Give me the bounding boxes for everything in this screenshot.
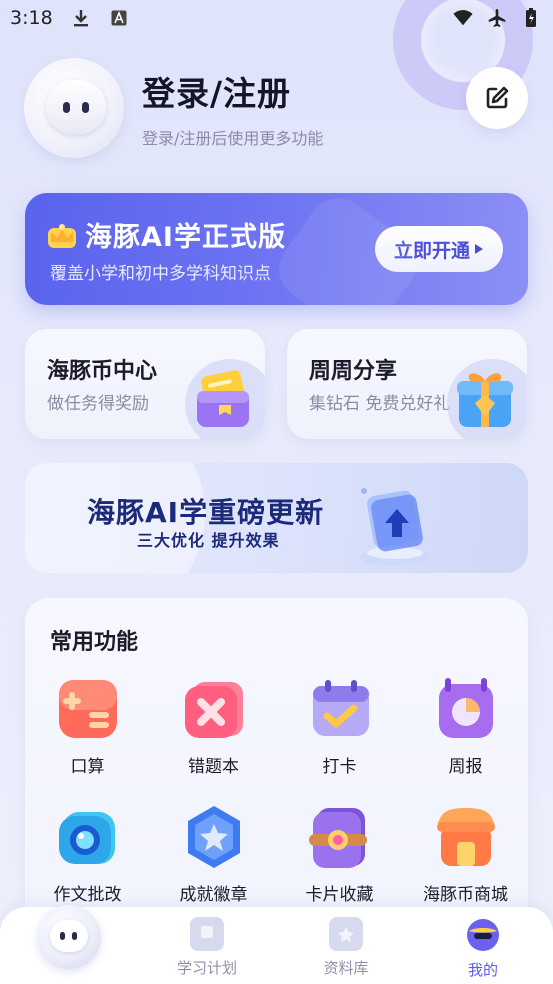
function-item-weekly-report[interactable]: 周报 (403, 674, 528, 777)
function-label: 口算 (70, 757, 105, 777)
login-register-subtitle: 登录/注册后使用更多功能 (142, 129, 324, 148)
mine-mascot-icon (467, 919, 499, 951)
nav-mascot-button[interactable] (37, 905, 101, 969)
function-item-card-collection[interactable]: 卡片收藏 (277, 802, 402, 905)
status-time: 3:18 (10, 7, 53, 29)
function-label: 错题本 (188, 757, 239, 777)
update-title: 海豚AI学重磅更新 (87, 496, 325, 529)
play-arrow-icon (475, 244, 483, 254)
battery-icon (521, 8, 541, 28)
folder-star-icon (329, 917, 363, 951)
coin-center-subtitle: 做任务得奖励 (47, 394, 149, 414)
common-functions-title: 常用功能 (50, 630, 139, 655)
bottom-navigation: 学习计划 资料库 我的 (0, 905, 553, 984)
wifi-icon (453, 8, 473, 28)
common-functions-panel: 常用功能 口算 错题本 打卡 周报 作文批改 成就徽章 卡片收藏 海豚币商城 (25, 598, 528, 958)
activate-now-label: 立即开通 (393, 239, 470, 262)
function-item-essay-correction[interactable]: 作文批改 (25, 802, 150, 905)
book-icon (190, 917, 224, 951)
update-banner[interactable]: 海豚AI学重磅更新 三大优化 提升效果 (25, 463, 528, 573)
weekly-report-icon (438, 678, 493, 738)
card-collection-icon (308, 808, 367, 868)
function-label: 卡片收藏 (305, 885, 374, 905)
membership-promo-banner[interactable]: 海豚AI学正式版 覆盖小学和初中多学科知识点 立即开通 (25, 193, 528, 305)
nav-item-study-plan[interactable]: 学习计划 (157, 917, 257, 978)
star-badge-icon (187, 806, 240, 868)
function-label: 周报 (448, 757, 483, 777)
shop-icon (436, 808, 495, 866)
nav-item-library[interactable]: 资料库 (296, 917, 396, 978)
weekly-share-subtitle: 集钻石 免费兑好礼 (309, 394, 451, 414)
wallet-icon (197, 370, 249, 427)
login-register-title[interactable]: 登录/注册 (142, 67, 323, 115)
function-item-achievement-badges[interactable]: 成就徽章 (151, 802, 276, 905)
calendar-check-icon (312, 680, 369, 736)
weekly-share-card[interactable]: 周周分享 集钻石 免费兑好礼 (287, 329, 527, 439)
update-subtitle: 三大优化 提升效果 (137, 531, 280, 550)
crown-icon (48, 223, 76, 248)
promo-subtitle: 覆盖小学和初中多学科知识点 (50, 264, 271, 284)
function-label: 打卡 (322, 757, 357, 777)
function-label: 成就徽章 (179, 885, 248, 905)
nav-label: 资料库 (323, 959, 369, 977)
nav-item-mine[interactable]: 我的 (433, 917, 533, 980)
function-label: 作文批改 (53, 885, 122, 905)
function-item-checkin[interactable]: 打卡 (277, 674, 402, 777)
function-item-mistakes[interactable]: 错题本 (151, 674, 276, 777)
nav-label-active: 我的 (467, 961, 498, 979)
function-item-coin-shop[interactable]: 海豚币商城 (403, 802, 528, 905)
function-label: 海豚币商城 (423, 885, 508, 905)
mascot-face-icon (50, 920, 88, 952)
avatar[interactable] (24, 58, 124, 158)
gift-box-icon (457, 373, 513, 427)
calculator-icon (58, 680, 117, 738)
nav-label: 学习计划 (176, 959, 237, 977)
coin-center-card[interactable]: 海豚币中心 做任务得奖励 (25, 329, 265, 439)
profile-header[interactable]: 登录/注册 登录/注册后使用更多功能 (24, 58, 323, 158)
activate-now-button[interactable]: 立即开通 (375, 226, 503, 272)
airplane-icon (487, 8, 507, 28)
text-a-icon (109, 8, 129, 28)
promo-title: 海豚AI学正式版 (85, 222, 286, 253)
weekly-share-title: 周周分享 (309, 359, 398, 384)
status-bar: 3:18 (0, 0, 553, 36)
mascot-face-icon (46, 80, 106, 134)
edit-icon (486, 86, 509, 109)
upgrade-arrow-icon (359, 488, 431, 566)
camera-icon (58, 812, 115, 864)
function-item-oral-calc[interactable]: 口算 (25, 674, 150, 777)
edit-button[interactable] (466, 67, 528, 129)
download-icon (71, 8, 91, 28)
mistakes-book-icon (184, 682, 243, 738)
coin-center-title: 海豚币中心 (47, 359, 158, 384)
